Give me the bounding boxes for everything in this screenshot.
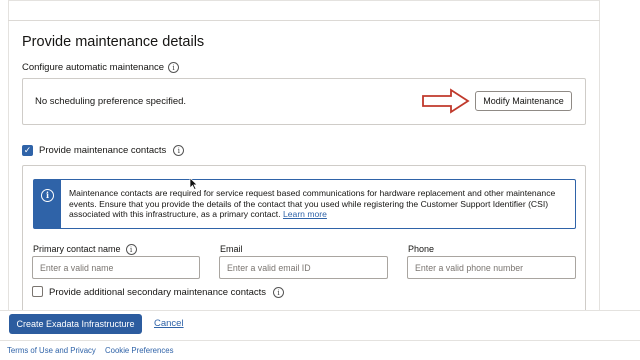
annotation-arrow-icon xyxy=(422,88,470,114)
secondary-contacts-label: Provide additional secondary maintenance… xyxy=(49,287,267,299)
schedule-status: No scheduling preference specified. xyxy=(35,96,187,107)
maintenance-contacts-label-row: Provide maintenance contacts i xyxy=(39,145,185,157)
maintenance-contacts-label: Provide maintenance contacts xyxy=(39,145,167,157)
auto-maintenance-label: Configure automatic maintenance xyxy=(22,62,165,74)
primary-name-input[interactable] xyxy=(32,256,200,279)
info-icon[interactable]: i xyxy=(173,145,185,156)
phone-input[interactable] xyxy=(407,256,576,279)
cancel-link[interactable]: Cancel xyxy=(154,318,184,329)
terms-link[interactable]: Terms of Use and Privacy xyxy=(7,346,96,355)
modify-maintenance-button[interactable]: Modify Maintenance xyxy=(475,91,572,111)
primary-name-label: Primary contact name xyxy=(33,244,121,254)
email-label: Email xyxy=(220,244,243,254)
secondary-contacts-checkbox[interactable] xyxy=(32,286,43,297)
email-input[interactable] xyxy=(219,256,388,279)
create-exadata-button[interactable]: Create Exadata Infrastructure xyxy=(9,314,142,334)
learn-more-link[interactable]: Learn more xyxy=(283,209,327,219)
auto-maintenance-label-row: Configure automatic maintenance i xyxy=(22,62,180,74)
info-icon[interactable]: i xyxy=(273,287,285,298)
mouse-cursor-icon xyxy=(189,177,198,190)
info-icon: i xyxy=(41,189,54,202)
section-title: Provide maintenance details xyxy=(22,34,205,50)
banner-stripe: i xyxy=(34,180,61,228)
info-icon[interactable]: i xyxy=(168,62,180,73)
banner-text: Maintenance contacts are required for se… xyxy=(69,188,569,220)
section-divider xyxy=(8,20,600,21)
secondary-contacts-label-row: Provide additional secondary maintenance… xyxy=(49,287,285,299)
maintenance-contacts-checkbox[interactable]: ✓ xyxy=(22,145,33,156)
info-banner: i Maintenance contacts are required for … xyxy=(33,179,576,229)
page-footer xyxy=(0,340,640,360)
info-icon[interactable]: i xyxy=(125,244,137,256)
cookie-preferences-link[interactable]: Cookie Preferences xyxy=(105,346,173,355)
primary-name-label-row: Primary contact name i xyxy=(33,244,137,256)
phone-label: Phone xyxy=(408,244,435,254)
